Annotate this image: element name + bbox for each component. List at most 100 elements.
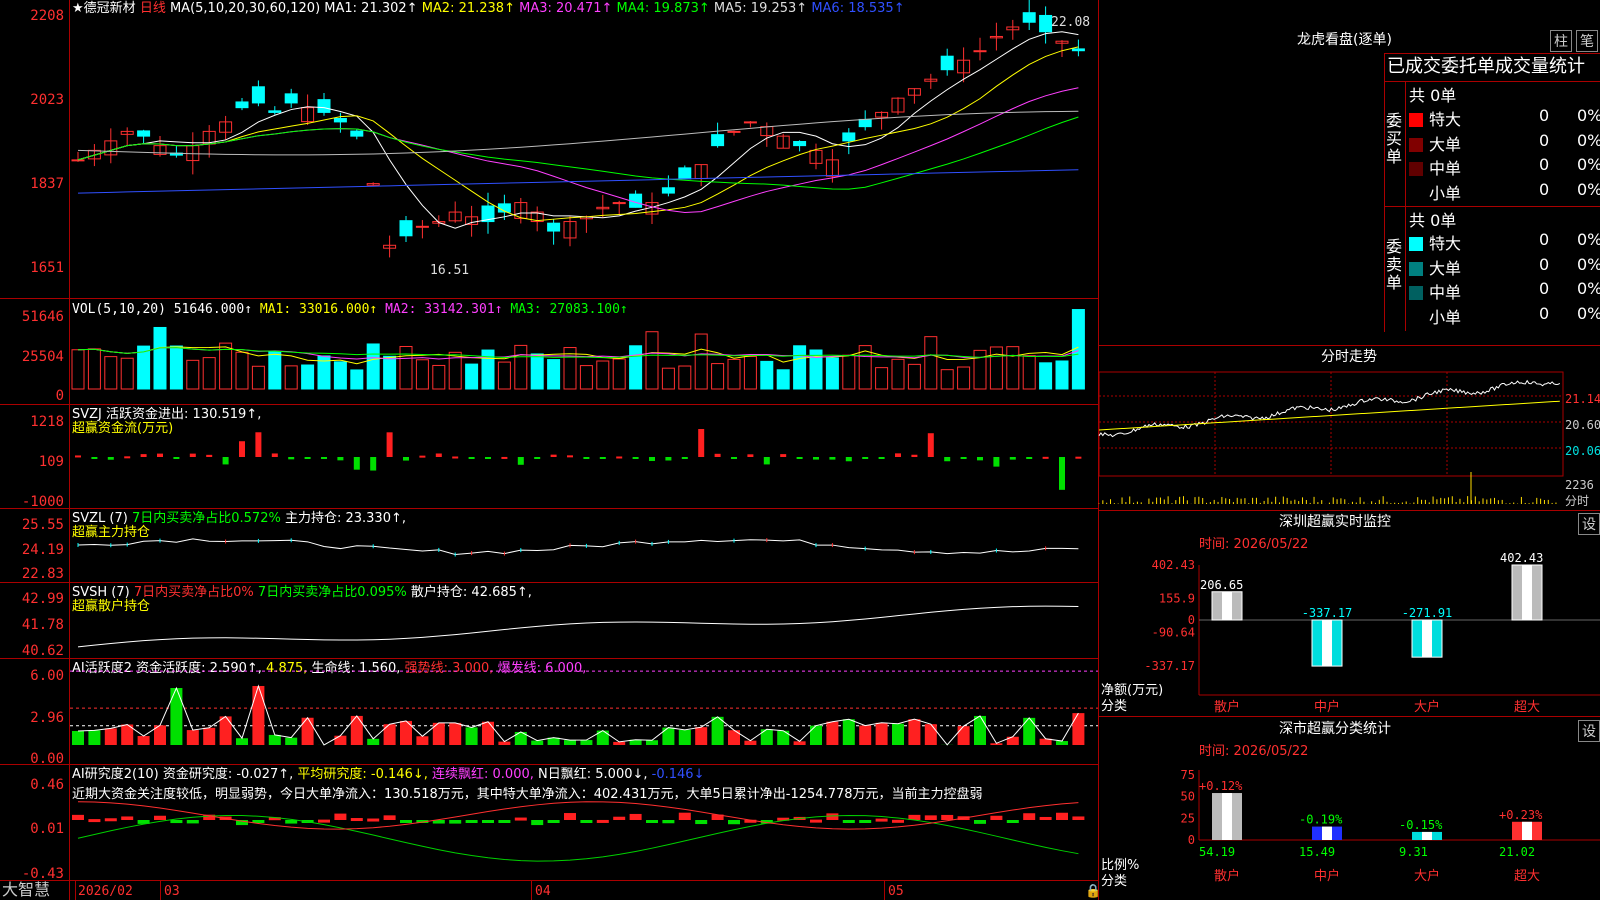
research-bar	[695, 820, 708, 825]
tick-view-button[interactable]: 笔	[1576, 30, 1598, 52]
order-size-label: 小单	[1429, 307, 1462, 327]
order-percent: 0%	[1577, 230, 1600, 249]
order-size-label: 小单	[1429, 183, 1462, 203]
classstat-bar-highlight	[1322, 826, 1332, 840]
volume-bar	[875, 367, 889, 390]
volume-bar	[1055, 360, 1069, 390]
order-size-label: 大单	[1429, 134, 1462, 154]
volume-bar	[333, 361, 347, 390]
volume-bar	[776, 369, 790, 390]
candle-body	[743, 121, 757, 124]
classstat-bar-highlight	[1422, 831, 1432, 840]
svzl-chart[interactable]	[70, 509, 1098, 582]
volume-bar	[842, 354, 856, 390]
svsh-axis-label: 42.99	[21, 591, 64, 607]
x-axis-label: 05	[888, 884, 904, 899]
monitor-ylabel: 净额(万元)	[1101, 683, 1164, 698]
flow-bar	[780, 454, 787, 457]
monitor-bar-chart[interactable]: 402.43155.90-90.64-337.17206.65散户-337.17…	[1099, 551, 1600, 715]
classstat-axis-label: 25	[1181, 811, 1195, 825]
volume-bar	[825, 357, 839, 390]
flow-bar	[189, 453, 196, 457]
order-count: 0	[1539, 179, 1550, 199]
buy-side-label: 委买单	[1386, 111, 1403, 166]
flow-bar	[1009, 457, 1016, 460]
classstat-axis-label: 0	[1188, 833, 1195, 847]
ai1-chart[interactable]	[70, 659, 1098, 764]
avg-research-line	[77, 814, 1079, 862]
flow-bar	[911, 454, 918, 457]
activity-bar	[531, 740, 544, 745]
classstat-settings-button[interactable]: 设	[1578, 720, 1600, 742]
ma30-line	[77, 116, 1079, 190]
flow-bar	[534, 457, 541, 459]
flow-bar	[1042, 456, 1049, 459]
activity-bar	[449, 722, 462, 745]
classstat-change-label: +0.12%	[1199, 779, 1243, 793]
volume-bar	[629, 345, 643, 390]
research-bar	[1056, 812, 1068, 820]
svzj-axis-label: 1218	[30, 414, 64, 430]
flow-bar	[419, 455, 426, 458]
activity-bar	[564, 740, 576, 745]
flow-bar	[206, 454, 213, 457]
candle-body	[678, 167, 692, 180]
activity-bar	[88, 730, 101, 745]
sell-row: 特大	[1409, 230, 1461, 254]
order-percent: 0%	[1577, 254, 1600, 274]
ai2-commentary: 近期大资金关注度较低，明显弱势，今日大单净流入：130.518万元，其中特大单净…	[72, 787, 983, 802]
research-bar	[842, 820, 855, 823]
activity-bar	[334, 735, 347, 745]
flow-bar	[452, 456, 459, 459]
legend-swatch	[1409, 311, 1423, 325]
right-panel: 龙虎看盘(逐单) 柱 笔 已成交委托单成交量统计 委买单 共 0单 特大 0 0% 大…	[1098, 0, 1600, 900]
flow-bar	[993, 457, 1000, 467]
flow-bar	[321, 457, 327, 459]
buy-row: 特大	[1409, 106, 1461, 130]
research-bar	[564, 813, 576, 820]
bar-view-button[interactable]: 柱	[1550, 30, 1572, 52]
flow-bar	[632, 457, 639, 459]
monitor-bar-highlight	[1322, 620, 1332, 667]
classstat-change-label: +0.23%	[1499, 808, 1543, 822]
candlestick-chart[interactable]	[70, 0, 1098, 298]
ma10-line	[77, 46, 1079, 222]
classstat-category-label: 中户	[1314, 868, 1340, 884]
volume-bar	[727, 358, 741, 390]
research-bar	[1039, 816, 1052, 820]
intraday-chart[interactable]	[1098, 371, 1600, 510]
buy-row: 大单	[1409, 131, 1461, 155]
research-bar	[498, 820, 511, 823]
monitor-settings-button[interactable]: 设	[1578, 513, 1600, 535]
activity-bar	[482, 721, 494, 745]
flow-bar	[255, 432, 262, 457]
volume-chart[interactable]	[70, 299, 1098, 404]
research-bar	[350, 818, 363, 822]
classstat-bar-chart[interactable]: 75 50 25 0 +0.12% 54.19 散户 -0.19% 15.49 中户 -0.15% 9…	[1099, 760, 1600, 900]
legend-swatch	[1409, 137, 1423, 152]
classstat-bar-highlight	[1222, 793, 1232, 840]
svzj-chart[interactable]	[70, 405, 1098, 508]
activity-bar	[252, 685, 265, 745]
activity-bar	[268, 734, 281, 745]
flow-bar	[649, 457, 655, 461]
flow-bar	[845, 457, 852, 462]
candle-body	[1022, 12, 1036, 23]
order-size-label: 特大	[1429, 110, 1462, 129]
svsh-chart[interactable]	[70, 583, 1098, 658]
volume-bar	[481, 349, 495, 390]
main-chart-area[interactable]: ★德冠新材 日线 MA(5,10,20,30,60,120) MA1: 21.3…	[0, 0, 1101, 900]
flow-bar	[960, 457, 967, 459]
flow-bar	[747, 454, 754, 457]
activity-bar	[924, 724, 937, 745]
classstat-change-label: -0.19%	[1299, 813, 1343, 827]
order-count: 0	[1539, 130, 1550, 150]
candle-body	[284, 93, 298, 104]
candle-body	[350, 130, 364, 137]
ai2-chart[interactable]	[70, 765, 1098, 880]
monitor-title: 深圳超赢实时监控	[1279, 514, 1391, 530]
volume-bar	[612, 358, 626, 390]
candle-body	[842, 132, 856, 142]
research-bar	[88, 819, 101, 823]
research-bar	[941, 814, 954, 820]
